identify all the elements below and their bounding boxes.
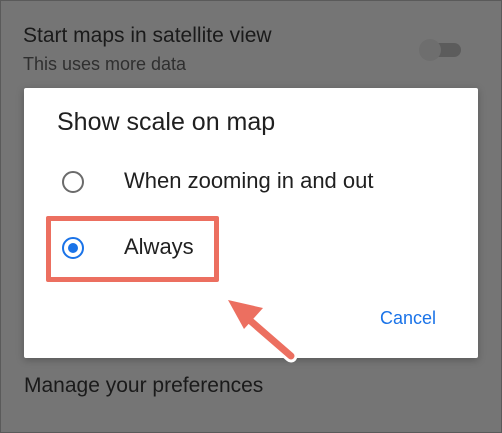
manage-preferences-item[interactable]: Manage your preferences xyxy=(24,374,263,398)
screen: Start maps in satellite view This uses m… xyxy=(0,0,502,433)
radio-unchecked-icon[interactable] xyxy=(62,171,84,193)
cancel-button[interactable]: Cancel xyxy=(380,308,436,329)
dialog-title: Show scale on map xyxy=(57,108,276,136)
highlight-box xyxy=(46,216,219,282)
satellite-view-setting-title: Start maps in satellite view xyxy=(23,24,272,47)
toggle-knob xyxy=(419,39,441,61)
option-zooming[interactable]: When zooming in and out xyxy=(24,164,478,204)
scale-dialog: Show scale on map When zooming in and ou… xyxy=(24,88,478,358)
option-zooming-label: When zooming in and out xyxy=(124,168,374,193)
satellite-view-toggle[interactable] xyxy=(419,39,465,61)
satellite-view-setting-subtitle: This uses more data xyxy=(23,54,187,74)
